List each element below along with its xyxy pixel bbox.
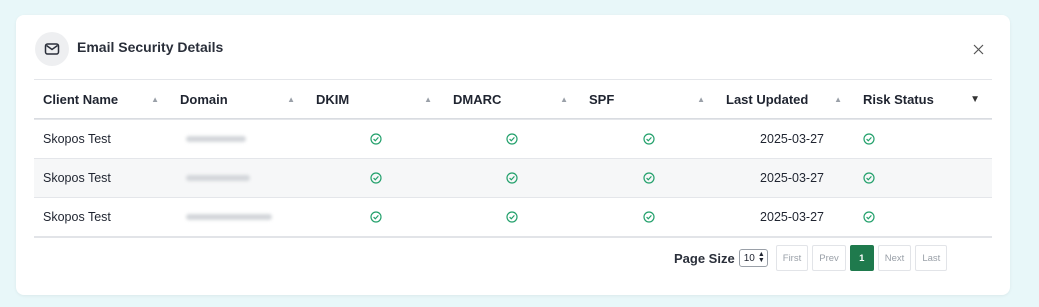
close-icon[interactable] [969, 40, 987, 58]
page-size-label: Page Size [674, 250, 735, 266]
spf-check-icon [580, 133, 717, 145]
last-page-button[interactable]: Last [915, 245, 948, 271]
table-header-row: Client Name ▲ Domain ▲ DKIM ▲ DMARC ▲ SPF ▲ L… [34, 79, 992, 119]
sort-up-icon[interactable]: ▲ [560, 95, 568, 104]
first-page-button[interactable]: First [775, 245, 809, 271]
dkim-check-icon [307, 133, 444, 145]
domain-cell-redacted [171, 214, 307, 220]
client-name-cell: Skopos Test [43, 132, 111, 146]
column-header-spf[interactable]: SPF ▲ [580, 92, 717, 107]
next-page-button[interactable]: Next [877, 245, 912, 271]
dmarc-check-icon [444, 172, 580, 184]
last-updated-cell: 2025-03-27 [760, 132, 824, 146]
column-header-dkim[interactable]: DKIM ▲ [307, 92, 444, 107]
select-arrows-icon: ▲ ▼ [757, 251, 765, 264]
dkim-check-icon [307, 211, 444, 223]
dmarc-check-icon [444, 211, 580, 223]
table-row[interactable]: Skopos Test 2025-03-27 [34, 119, 992, 158]
column-header-client-name[interactable]: Client Name ▲ [34, 92, 171, 107]
spf-check-icon [580, 172, 717, 184]
domain-cell-redacted [171, 136, 307, 142]
dkim-check-icon [307, 172, 444, 184]
modal-title: Email Security Details [77, 39, 224, 55]
column-header-domain[interactable]: Domain ▲ [171, 92, 307, 107]
client-name-cell: Skopos Test [43, 210, 111, 224]
table-row[interactable]: Skopos Test 2025-03-27 [34, 197, 992, 238]
column-header-risk-status[interactable]: Risk Status ▼ [854, 92, 992, 107]
sort-up-icon[interactable]: ▲ [287, 95, 295, 104]
pagination: Page Size 10 ▲ ▼ First Prev 1 Next Last [674, 244, 948, 272]
last-updated-cell: 2025-03-27 [760, 171, 824, 185]
page-size-value: 10 [743, 252, 755, 264]
domain-cell-redacted [171, 175, 307, 181]
prev-page-button[interactable]: Prev [812, 245, 846, 271]
page-size-select[interactable]: 10 ▲ ▼ [738, 249, 768, 267]
risk-status-check-icon [854, 172, 992, 184]
risk-status-check-icon [854, 211, 992, 223]
spf-check-icon [580, 211, 717, 223]
email-security-table: Client Name ▲ Domain ▲ DKIM ▲ DMARC ▲ SPF ▲ L… [34, 79, 992, 238]
risk-status-check-icon [854, 133, 992, 145]
sort-up-icon[interactable]: ▲ [151, 95, 159, 104]
page-1-button[interactable]: 1 [849, 245, 874, 271]
client-name-cell: Skopos Test [43, 171, 111, 185]
sort-up-icon[interactable]: ▲ [424, 95, 432, 104]
column-header-last-updated[interactable]: Last Updated ▲ [717, 92, 854, 107]
email-security-modal: Email Security Details Client Name ▲ Doma… [16, 15, 1010, 295]
sort-up-icon[interactable]: ▲ [697, 95, 705, 104]
sort-up-icon[interactable]: ▲ [834, 95, 842, 104]
column-header-dmarc[interactable]: DMARC ▲ [444, 92, 580, 107]
sort-down-icon[interactable]: ▼ [970, 94, 980, 105]
mail-icon [35, 32, 69, 66]
last-updated-cell: 2025-03-27 [760, 210, 824, 224]
table-row[interactable]: Skopos Test 2025-03-27 [34, 158, 992, 197]
dmarc-check-icon [444, 133, 580, 145]
